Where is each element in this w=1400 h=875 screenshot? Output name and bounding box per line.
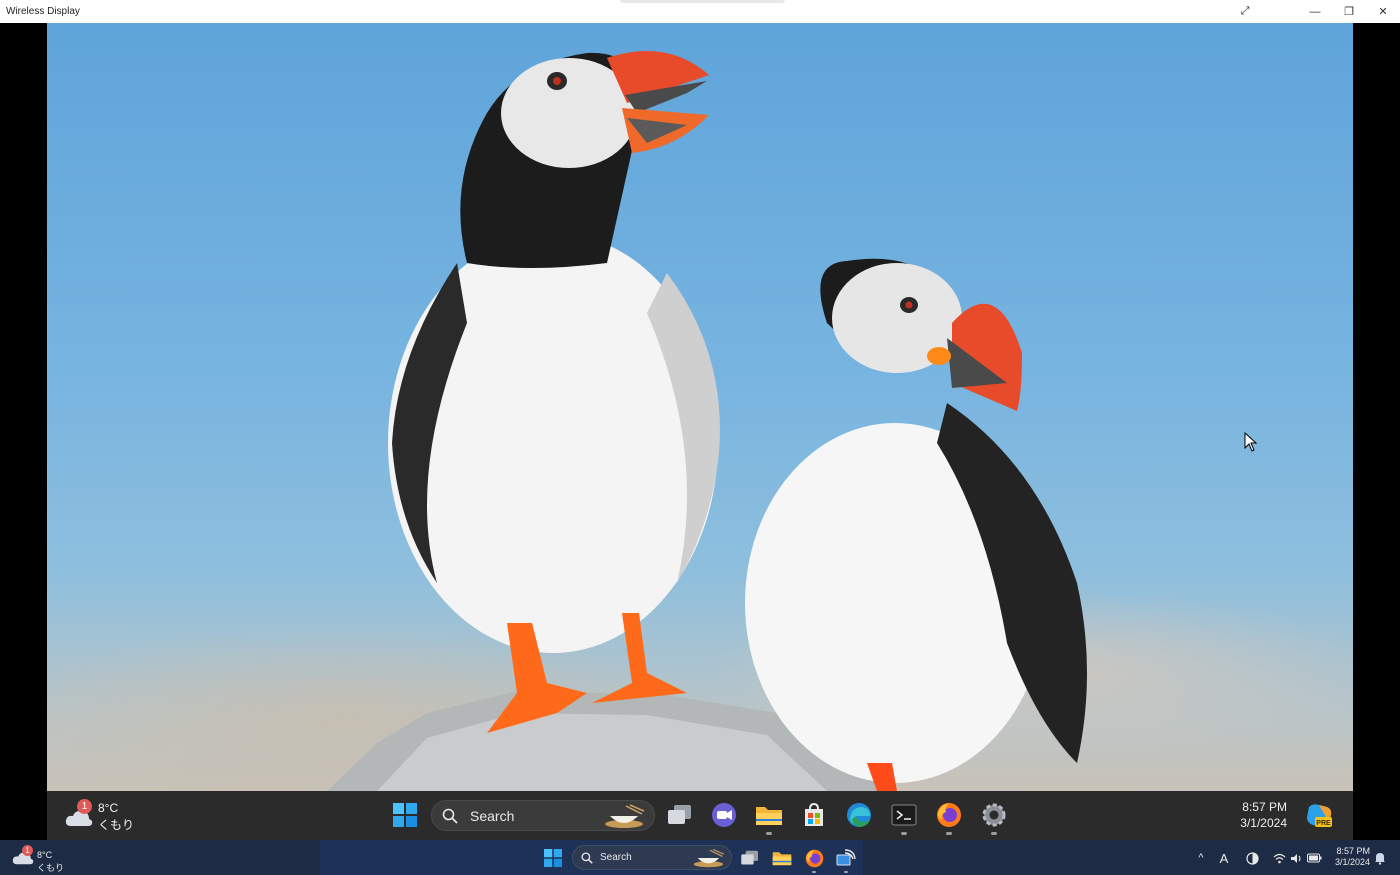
drag-handle[interactable] xyxy=(620,0,785,3)
mouse-cursor-icon xyxy=(1244,432,1258,452)
close-button[interactable]: ✕ xyxy=(1366,0,1400,23)
running-indicator xyxy=(991,832,997,835)
file-explorer-icon[interactable] xyxy=(772,848,792,868)
local-search-box[interactable]: Search xyxy=(572,845,732,870)
search-label: Search xyxy=(470,808,515,824)
maximize-icon: ❐ xyxy=(1344,6,1354,18)
remote-weather-widget[interactable]: 1 8°C くもり xyxy=(65,799,135,833)
wifi-icon[interactable] xyxy=(1272,850,1286,866)
task-view-icon[interactable] xyxy=(740,848,760,868)
ime-indicator[interactable]: A xyxy=(1217,850,1231,866)
local-weather-condition: くもり xyxy=(37,863,65,873)
remote-weather-condition: くもり xyxy=(98,818,135,832)
task-view-icon[interactable] xyxy=(666,801,694,829)
desktop-wallpaper xyxy=(47,23,1353,791)
expand-button[interactable]: ⤢ xyxy=(1228,0,1262,23)
focus-icon[interactable] xyxy=(1244,850,1260,866)
running-indicator xyxy=(946,832,952,835)
notification-bell-icon[interactable] xyxy=(1373,851,1387,865)
local-weather-temp: 8°C xyxy=(37,850,53,860)
remote-clock[interactable]: 8:57 PM 3/1/2024 xyxy=(1217,799,1287,831)
remote-search-box[interactable]: Search xyxy=(431,800,655,831)
running-indicator xyxy=(812,871,816,873)
close-icon: ✕ xyxy=(1378,6,1388,18)
teams-icon[interactable] xyxy=(710,801,738,829)
running-indicator xyxy=(766,832,772,835)
remote-taskbar: 1 8°C くもり Search 8:57 PM 3/1/2024 PRE xyxy=(47,791,1353,840)
local-clock[interactable]: 8:57 PM 3/1/2024 xyxy=(1326,846,1370,868)
search-label: Search xyxy=(600,852,632,863)
minimize-icon: — xyxy=(1309,5,1321,18)
volume-icon[interactable] xyxy=(1289,850,1303,866)
battery-icon[interactable] xyxy=(1306,850,1322,866)
firefox-icon[interactable] xyxy=(935,801,963,829)
show-hidden-icons-chevron[interactable]: ^ xyxy=(1194,850,1208,866)
local-taskbar: 1 8°C くもり Search ^ A 8:57 PM 3/1/2024 xyxy=(0,840,1400,875)
expand-icon: ⤢ xyxy=(1240,5,1250,17)
window-title: Wireless Display xyxy=(6,6,80,17)
edge-icon[interactable] xyxy=(845,801,873,829)
remote-clock-date: 3/1/2024 xyxy=(1240,816,1287,830)
puffins-photo xyxy=(327,50,1087,791)
title-bar: Wireless Display ⤢ — ❐ ✕ xyxy=(0,0,1400,23)
firefox-icon[interactable] xyxy=(804,848,824,868)
maximize-button[interactable]: ❐ xyxy=(1332,0,1366,23)
minimize-button[interactable]: — xyxy=(1298,0,1332,23)
start-icon[interactable] xyxy=(544,849,562,867)
store-icon[interactable] xyxy=(800,801,828,829)
local-clock-date: 3/1/2024 xyxy=(1334,857,1370,867)
ramen-bowl-icon xyxy=(693,848,725,868)
remote-display[interactable]: 1 8°C くもり Search 8:57 PM 3/1/2024 PRE xyxy=(47,23,1353,840)
settings-icon[interactable] xyxy=(980,801,1008,829)
running-indicator xyxy=(901,832,907,835)
running-indicator xyxy=(844,871,848,873)
remote-weather-temp: 8°C xyxy=(98,801,119,815)
weather-alert-badge: 1 xyxy=(22,845,33,856)
copilot-pre-badge: PRE xyxy=(1316,820,1331,827)
remote-clock-time: 8:57 PM xyxy=(1242,800,1287,814)
local-clock-time: 8:57 PM xyxy=(1336,846,1370,856)
copilot-icon[interactable]: PRE xyxy=(1305,803,1333,829)
wireless-display-icon[interactable] xyxy=(836,848,856,868)
local-weather-widget[interactable]: 1 8°C くもり xyxy=(12,844,72,873)
weather-alert-badge: 1 xyxy=(77,799,92,814)
ramen-bowl-icon xyxy=(605,804,645,828)
start-icon[interactable] xyxy=(393,803,417,827)
search-icon xyxy=(581,852,593,864)
file-explorer-icon[interactable] xyxy=(755,801,783,829)
search-icon xyxy=(442,808,458,824)
terminal-icon[interactable] xyxy=(890,801,918,829)
